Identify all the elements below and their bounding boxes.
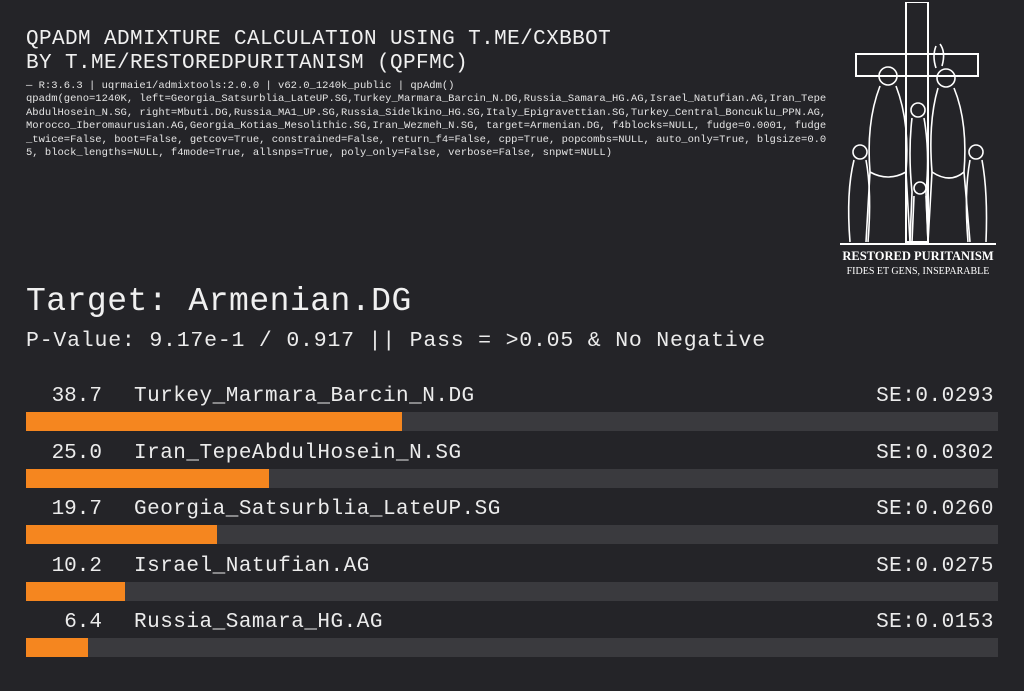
standard-error-label: SE:0.0275 [876, 554, 994, 578]
source-row: 10.2 Israel_Natufian.AG SE:0.0275 [26, 553, 998, 610]
value-label: 10.2 [51, 554, 102, 578]
source-row: 38.7 Turkey_Marmara_Barcin_N.DG SE:0.029… [26, 383, 998, 440]
title-line-1: QPADM ADMIXTURE CALCULATION USING T.ME/C… [26, 28, 612, 51]
bar [26, 581, 126, 601]
admixture-bar-chart: 38.7 Turkey_Marmara_Barcin_N.DG SE:0.029… [26, 383, 998, 666]
value-label: 25.0 [51, 441, 102, 465]
crucifixion-emblem-icon: RESTORED PURITANISM FIDES ET GENS, INSEP… [840, 1, 996, 277]
bar [26, 638, 89, 658]
logo-text-line-1: RESTORED PURITANISM [842, 249, 994, 263]
source-row: 25.0 Iran_TepeAbdulHosein_N.SG SE:0.0302 [26, 440, 998, 497]
bar-track [26, 468, 998, 488]
bar-track [26, 638, 998, 658]
source-row: 19.7 Georgia_Satsurblia_LateUP.SG SE:0.0… [26, 496, 998, 553]
bar [26, 468, 269, 488]
source-row: 6.4 Russia_Samara_HG.AG SE:0.0153 [26, 609, 998, 666]
page-title: QPADM ADMIXTURE CALCULATION USING T.ME/C… [26, 28, 611, 76]
source-name: Georgia_Satsurblia_LateUP.SG [134, 498, 501, 522]
standard-error-label: SE:0.0260 [876, 498, 994, 522]
bar [26, 525, 218, 545]
source-name: Russia_Samara_HG.AG [134, 611, 383, 635]
standard-error-label: SE:0.0302 [876, 441, 994, 465]
target-population: Target: Armenian.DG [26, 283, 412, 320]
source-name: Turkey_Marmara_Barcin_N.DG [134, 385, 475, 408]
bar-track [26, 525, 998, 545]
source-name: Iran_TepeAbdulHosein_N.SG [134, 441, 462, 465]
bar-track [26, 581, 998, 601]
standard-error-label: SE:0.0293 [876, 385, 994, 408]
source-name: Israel_Natufian.AG [134, 554, 370, 578]
restored-puritanism-logo: RESTORED PURITANISM FIDES ET GENS, INSEP… [836, 1, 1000, 280]
value-label: 38.7 [51, 385, 102, 408]
value-label: 19.7 [51, 498, 102, 522]
standard-error-label: SE:0.0153 [876, 611, 994, 635]
bar [26, 412, 403, 431]
bar-track [26, 412, 998, 431]
meta-version-line: — R:3.6.3 | uqrmaie1/admixtools:2.0.0 | … [26, 80, 455, 92]
qpadm-command: qpadm(geno=1240K, left=Georgia_Satsurbli… [26, 93, 827, 160]
run-metadata: — R:3.6.3 | uqrmaie1/admixtools:2.0.0 | … [26, 80, 831, 160]
value-label: 6.4 [64, 611, 102, 635]
logo-text-line-2: FIDES ET GENS, INSEPARABLE [847, 266, 990, 277]
p-value-summary: P-Value: 9.17e-1 / 0.917 || Pass = >0.05… [26, 329, 766, 353]
title-line-2: BY T.ME/RESTOREDPURITANISM (QPFMC) [26, 52, 469, 75]
